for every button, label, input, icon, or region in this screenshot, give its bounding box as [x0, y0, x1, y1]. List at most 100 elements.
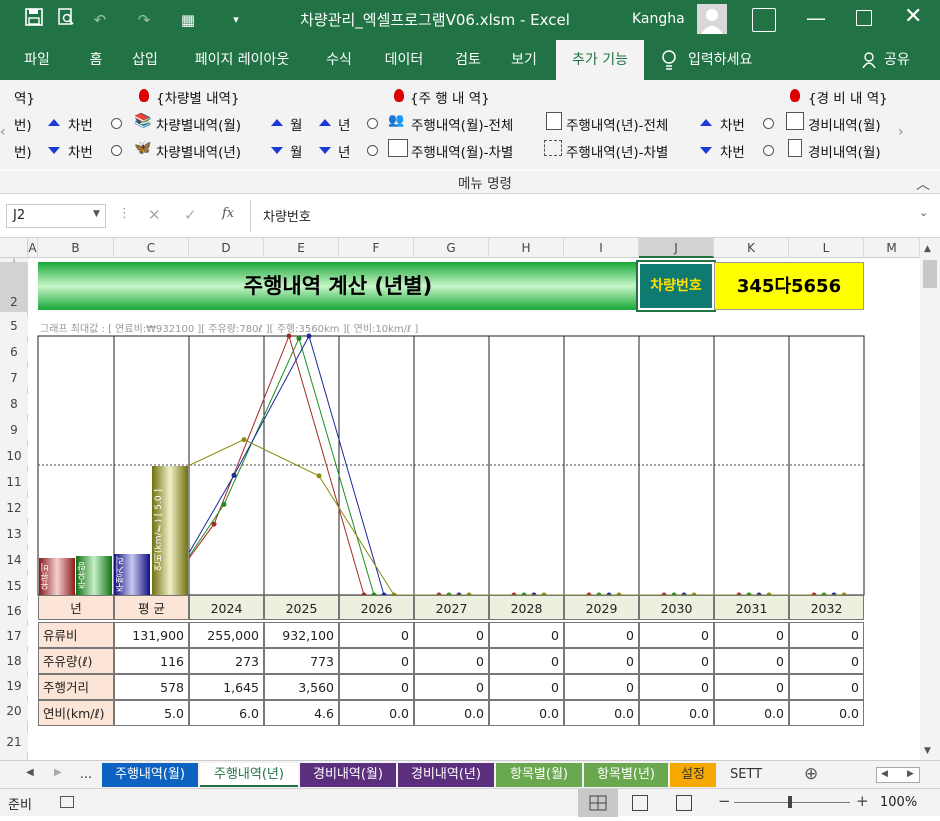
table-cell[interactable]: 116 [114, 648, 189, 674]
hscroll-right-icon[interactable]: ▶ [907, 769, 914, 779]
table-cell[interactable]: 3,560 [264, 674, 339, 700]
driving-monthly-all-button[interactable]: 주행내역(월)-전체 [411, 114, 513, 134]
column-header[interactable]: H [489, 238, 564, 258]
sort-desc-icon[interactable] [700, 147, 712, 154]
expense-monthly-button[interactable]: 경비내역(월) [808, 114, 881, 134]
row-header[interactable]: 14 [0, 550, 28, 570]
hscroll-left-icon[interactable]: ◀ [881, 769, 888, 779]
row-header[interactable]: 20 [0, 701, 28, 721]
expense-monthly-button-2[interactable]: 경비내역(월) [808, 141, 881, 161]
zoom-level[interactable]: 100% [880, 795, 917, 810]
driving-monthly-by-car-button[interactable]: 주행내역(월)-차별 [411, 141, 513, 161]
sort-desc-icon[interactable] [319, 147, 331, 154]
menu-review[interactable]: 검토 [444, 40, 492, 80]
sort-year-asc[interactable]: 년 [338, 114, 350, 134]
radio-option[interactable] [111, 118, 122, 129]
column-header[interactable]: E [264, 238, 339, 258]
zoom-out-icon[interactable]: − [718, 792, 731, 810]
table-cell[interactable]: 773 [264, 648, 339, 674]
column-header[interactable]: B [38, 238, 114, 258]
column-header[interactable]: A [28, 238, 38, 258]
row-header[interactable]: 5 [0, 316, 28, 336]
table-header-cell[interactable]: 2030 [639, 595, 714, 620]
table-cell[interactable]: 131,900 [114, 622, 189, 648]
sort-carno2-asc[interactable]: 차번 [720, 114, 745, 134]
tab-more[interactable]: ... [74, 763, 98, 787]
table-cell[interactable]: 578 [114, 674, 189, 700]
page-layout-view-icon[interactable] [632, 795, 648, 811]
normal-view-icon[interactable] [578, 789, 618, 817]
table-cell[interactable]: 0 [714, 674, 789, 700]
table-cell[interactable]: 0.0 [789, 700, 864, 726]
avatar[interactable] [697, 4, 727, 34]
table-cell[interactable]: 0.0 [639, 700, 714, 726]
column-header[interactable]: L [789, 238, 864, 258]
sort-carno-desc[interactable]: 차번 [68, 141, 93, 161]
tab-expense-yearly[interactable]: 경비내역(년) [398, 763, 494, 787]
expand-formula-icon[interactable]: ⌄ [919, 206, 928, 219]
table-row-label[interactable]: 주유량(ℓ) [38, 648, 114, 674]
table-cell[interactable]: 0 [789, 648, 864, 674]
table-cell[interactable]: 0 [564, 674, 639, 700]
radio-option[interactable] [367, 145, 378, 156]
user-name[interactable]: Kangha [632, 0, 685, 40]
sort-year-desc[interactable]: 년 [338, 141, 350, 161]
table-cell[interactable]: 0 [489, 674, 564, 700]
horizontal-scrollbar[interactable]: ◀ ▶ [876, 767, 920, 783]
menu-insert[interactable]: 삽입 [122, 40, 168, 80]
table-cell[interactable]: 0 [639, 648, 714, 674]
select-all-corner[interactable] [0, 238, 28, 258]
driving-yearly-by-car-button[interactable]: 주행내역(년)-차별 [566, 141, 668, 161]
zoom-slider[interactable] [734, 802, 850, 803]
table-header-cell[interactable]: 평 균 [114, 595, 189, 620]
add-sheet-icon[interactable]: ⊕ [804, 764, 818, 784]
table-cell[interactable]: 0 [639, 674, 714, 700]
column-header[interactable]: C [114, 238, 189, 258]
radio-option[interactable] [763, 118, 774, 129]
zoom-in-icon[interactable]: + [856, 792, 869, 810]
column-header[interactable]: M [864, 238, 920, 258]
table-cell[interactable]: 0.0 [564, 700, 639, 726]
table-cell[interactable]: 0.0 [414, 700, 489, 726]
sort-asc-icon[interactable] [271, 119, 283, 126]
table-cell[interactable]: 0.0 [489, 700, 564, 726]
minimize-icon[interactable]: — [806, 8, 826, 28]
tab-driving-yearly[interactable]: 주행내역(년) [200, 763, 298, 787]
sort-asc-icon[interactable] [48, 119, 60, 126]
table-cell[interactable]: 4.6 [264, 700, 339, 726]
table-cell[interactable]: 0 [489, 622, 564, 648]
table-cell[interactable]: 0 [714, 622, 789, 648]
name-box[interactable]: J2 ▼ [6, 204, 106, 228]
column-header-selected[interactable]: J [639, 238, 714, 258]
table-cell[interactable]: 0 [789, 622, 864, 648]
table-header-cell[interactable]: 2032 [789, 595, 864, 620]
tell-me-search[interactable]: 입력하세요 [688, 40, 778, 80]
table-row-label[interactable]: 주행거리 [38, 674, 114, 700]
table-header-cell[interactable]: 2025 [264, 595, 339, 620]
row-header[interactable]: 17 [0, 626, 28, 646]
sort-carno2-desc[interactable]: 차번 [720, 141, 745, 161]
vehicle-monthly-button[interactable]: 차량별내역(월) [156, 114, 241, 134]
save-icon[interactable] [22, 8, 46, 32]
table-header-cell[interactable]: 2031 [714, 595, 789, 620]
macro-record-icon[interactable] [60, 796, 74, 808]
share-person-icon[interactable] [862, 52, 878, 69]
table-cell[interactable]: 0 [564, 648, 639, 674]
menu-page-layout[interactable]: 페이지 레이아웃 [180, 40, 304, 80]
row-header[interactable]: 7 [0, 368, 28, 388]
table-cell[interactable]: 0 [414, 648, 489, 674]
vertical-scrollbar[interactable]: ▲ ▼ [920, 238, 940, 760]
table-cell[interactable]: 0.0 [339, 700, 414, 726]
tab-driving-monthly[interactable]: 주행내역(월) [102, 763, 198, 787]
row-header[interactable]: 18 [0, 651, 28, 671]
close-icon[interactable]: ✕ [904, 4, 922, 29]
table-cell[interactable]: 0.0 [714, 700, 789, 726]
tab-next-icon[interactable]: ▶ [54, 767, 62, 778]
column-header[interactable]: G [414, 238, 489, 258]
table-cell[interactable]: 0 [414, 622, 489, 648]
row-header-selected[interactable]: 2 [0, 262, 28, 312]
radio-option[interactable] [111, 145, 122, 156]
menu-formulas[interactable]: 수식 [314, 40, 364, 80]
tab-prev-icon[interactable]: ◀ [26, 767, 34, 778]
row-header[interactable]: 8 [0, 394, 28, 414]
